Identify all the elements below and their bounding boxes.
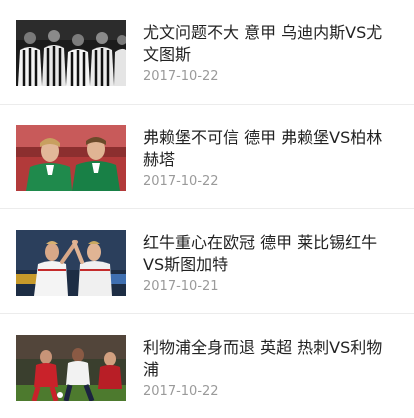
- news-item[interactable]: 红牛重心在欧冠 德甲 莱比锡红牛VS斯图加特 2017-10-21: [0, 210, 414, 314]
- news-date: 2017-10-22: [143, 69, 219, 84]
- news-title[interactable]: 利物浦全身而退 英超 热刺VS利物浦: [143, 337, 393, 381]
- news-list: 尤文问题不大 意甲 乌迪内斯VS尤文图斯 2017-10-22 弗赖堡不可信 德…: [0, 0, 414, 418]
- news-date: 2017-10-21: [143, 279, 219, 294]
- news-thumbnail[interactable]: [16, 335, 126, 401]
- liverpool-tottenham-image: [16, 335, 126, 401]
- news-title[interactable]: 红牛重心在欧冠 德甲 莱比锡红牛VS斯图加特: [143, 232, 393, 276]
- news-item[interactable]: 弗赖堡不可信 德甲 弗赖堡VS柏林赫塔 2017-10-22: [0, 105, 414, 209]
- news-thumbnail[interactable]: [16, 20, 126, 86]
- news-thumbnail[interactable]: [16, 125, 126, 191]
- news-item[interactable]: 尤文问题不大 意甲 乌迪内斯VS尤文图斯 2017-10-22: [0, 0, 414, 105]
- news-title[interactable]: 弗赖堡不可信 德甲 弗赖堡VS柏林赫塔: [143, 127, 393, 171]
- werder-players-image: [16, 125, 126, 191]
- juventus-players-image: [16, 20, 126, 86]
- leipzig-players-image: [16, 230, 126, 296]
- news-date: 2017-10-22: [143, 174, 219, 189]
- news-thumbnail[interactable]: [16, 230, 126, 296]
- news-date: 2017-10-22: [143, 384, 219, 399]
- news-title[interactable]: 尤文问题不大 意甲 乌迪内斯VS尤文图斯: [143, 22, 393, 66]
- news-item[interactable]: 利物浦全身而退 英超 热刺VS利物浦 2017-10-22: [0, 315, 414, 418]
